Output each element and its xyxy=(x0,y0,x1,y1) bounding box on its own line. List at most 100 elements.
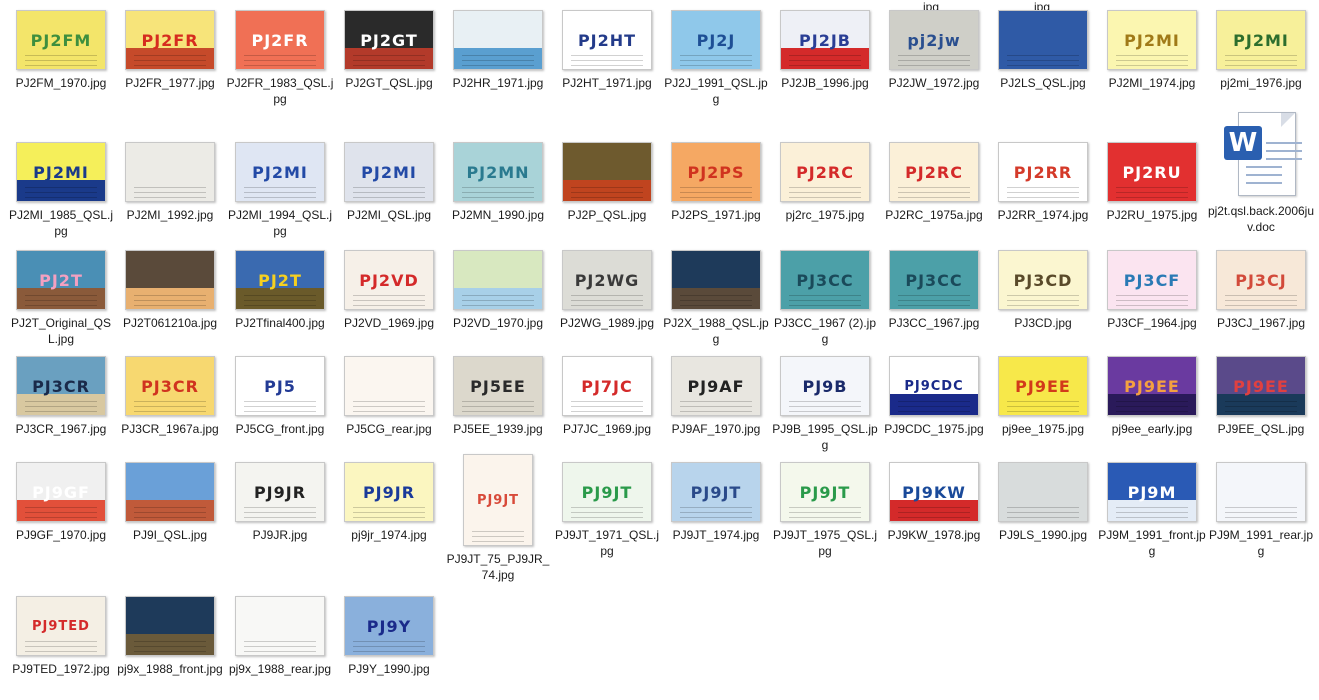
file-item-pj9ls-1990-jpg[interactable]: PJ9LS_1990.jpg xyxy=(989,462,1097,543)
file-item-pj2mn-1990-jpg[interactable]: PJ2MN PJ2MN_1990.jpg xyxy=(444,142,552,223)
file-item-pj2fr-1977-jpg[interactable]: PJ2FR PJ2FR_1977.jpg xyxy=(116,10,224,91)
file-item-pj3cj-1967-jpg[interactable]: PJ3CJ PJ3CJ_1967.jpg xyxy=(1207,250,1315,331)
file-item-pj9b-1995-qsl-jpg[interactable]: PJ9B PJ9B_1995_QSL.jpg xyxy=(771,356,879,453)
file-item-pj2fr-1983-qsl-jpg[interactable]: PJ2FR PJ2FR_1983_QSL.jpg xyxy=(226,10,334,107)
thumbnail-callsign: PJ2MI xyxy=(1233,30,1289,50)
file-name-label: PJ2X_1988_QSL.jpg xyxy=(663,316,769,346)
file-item-pj3cr-1967-jpg[interactable]: PJ3CR PJ3CR_1967.jpg xyxy=(7,356,115,437)
file-item-pj9ee-1975-jpg[interactable]: PJ9EE pj9ee_1975.jpg xyxy=(989,356,1097,437)
file-item-pj9m-1991-rear-jpg[interactable]: PJ9M_1991_rear.jpg xyxy=(1207,462,1315,559)
file-item-pj9x-1988-rear-jpg[interactable]: pj9x_1988_rear.jpg xyxy=(226,596,334,677)
file-name-label: PJ3CR_1967.jpg xyxy=(15,422,107,436)
file-item-pj9i-qsl-jpg[interactable]: PJ9I_QSL.jpg xyxy=(116,462,224,543)
file-thumbnail: PJ2VD xyxy=(344,250,434,310)
file-item-pj9gf-1970-jpg[interactable]: PJ9GF PJ9GF_1970.jpg xyxy=(7,462,115,543)
file-name-label: PJ3CD.jpg xyxy=(1014,316,1072,330)
file-item-pj2ls-qsl-jpg[interactable]: PJ2LS_QSL.jpg xyxy=(989,10,1097,91)
file-item-pj2ps-1971-jpg[interactable]: PJ2PS PJ2PS_1971.jpg xyxy=(662,142,770,223)
file-item-pj2t-qsl-back-2006juv-doc[interactable]: Wpj2t.qsl.back.2006juv.doc xyxy=(1207,112,1315,235)
file-item-pj2gt-qsl-jpg[interactable]: PJ2GT PJ2GT_QSL.jpg xyxy=(335,10,443,91)
file-item-pj2jw-1972-jpg[interactable]: pj2jw PJ2JW_1972.jpg xyxy=(880,10,988,91)
thumbnail-line xyxy=(134,406,206,407)
file-item-pj9jt-1975-qsl-jpg[interactable]: PJ9JT PJ9JT_1975_QSL.jpg xyxy=(771,462,879,559)
file-item-pj3cc-1967-2-jpg[interactable]: PJ3CC PJ3CC_1967 (2).jpg xyxy=(771,250,879,347)
file-name-label: pj2t.qsl.back.2006juv.doc xyxy=(1207,204,1315,234)
file-item-pj2mi-1994-qsl-jpg[interactable]: PJ2MI PJ2MI_1994_QSL.jpg xyxy=(226,142,334,239)
file-item-pj9cdc-1975-jpg[interactable]: PJ9CDC PJ9CDC_1975.jpg xyxy=(880,356,988,437)
thumbnail-callsign: PJ2T xyxy=(39,270,83,290)
file-name-label: PJ9EE_QSL.jpg xyxy=(1217,422,1305,436)
file-thumbnail: PJ7JC xyxy=(562,356,652,416)
thumbnail-callsign: PJ3CR xyxy=(141,376,199,396)
file-thumbnail: pj2jw xyxy=(889,10,979,70)
file-item-pj2ht-1971-jpg[interactable]: PJ2HT PJ2HT_1971.jpg xyxy=(553,10,661,91)
file-name-label: PJ9CDC_1975.jpg xyxy=(884,422,984,436)
file-item-pj2rc-1975a-jpg[interactable]: PJ2RC PJ2RC_1975a.jpg xyxy=(880,142,988,223)
file-item-pj2mi-qsl-jpg[interactable]: PJ2MI PJ2MI_QSL.jpg xyxy=(335,142,443,223)
thumbnail-line xyxy=(1116,55,1188,56)
file-item-pj2mi-1985-qsl-jpg[interactable]: PJ2MI PJ2MI_1985_QSL.jpg xyxy=(7,142,115,239)
thumbnail-line xyxy=(25,192,97,193)
thumbnail-line xyxy=(134,517,206,518)
thumbnail-callsign: PJ9B xyxy=(802,376,848,396)
thumbnail-line xyxy=(353,192,425,193)
file-item-pj2rr-1974-jpg[interactable]: PJ2RR PJ2RR_1974.jpg xyxy=(989,142,1097,223)
file-item-pj9m-1991-front-jpg[interactable]: PJ9M PJ9M_1991_front.jpg xyxy=(1098,462,1206,559)
file-item-pj9kw-1978-jpg[interactable]: PJ9KW PJ9KW_1978.jpg xyxy=(880,462,988,543)
file-name-label: pj9jr_1974.jpg xyxy=(351,528,427,542)
file-item-pj5cg-front-jpg[interactable]: PJ5 PJ5CG_front.jpg xyxy=(226,356,334,437)
file-name-label: PJ5EE_1939.jpg xyxy=(453,422,543,436)
file-item-pj2x-1988-qsl-jpg[interactable]: PJ2X_1988_QSL.jpg xyxy=(662,250,770,347)
file-item-pj2t-original-qsl-jpg[interactable]: PJ2T PJ2T_Original_QSL.jpg xyxy=(7,250,115,347)
thumbnail-line xyxy=(353,646,425,647)
file-item-pj3cc-1967-jpg[interactable]: PJ3CC PJ3CC_1967.jpg xyxy=(880,250,988,331)
file-item-pj2mi-1976-jpg[interactable]: PJ2MI pj2mi_1976.jpg xyxy=(1207,10,1315,91)
file-item-pj5cg-rear-jpg[interactable]: PJ5CG_rear.jpg xyxy=(335,356,443,437)
file-thumbnail: PJ9AF xyxy=(671,356,761,416)
file-item-pj3cd-jpg[interactable]: PJ3CD PJ3CD.jpg xyxy=(989,250,1097,331)
file-item-pj2rc-1975-jpg[interactable]: PJ2RC pj2rc_1975.jpg xyxy=(771,142,879,223)
thumbnail-line xyxy=(898,512,970,513)
file-item-pj2jb-1996-jpg[interactable]: PJ2JB PJ2JB_1996.jpg xyxy=(771,10,879,91)
thumbnail-line xyxy=(680,517,752,518)
file-item-pj9jt-1974-jpg[interactable]: PJ9JT PJ9JT_1974.jpg xyxy=(662,462,770,543)
thumbnail-line xyxy=(789,305,861,306)
file-item-pj2mi-1992-jpg[interactable]: PJ2MI_1992.jpg xyxy=(116,142,224,223)
file-item-pj9ee-qsl-jpg[interactable]: PJ9EE PJ9EE_QSL.jpg xyxy=(1207,356,1315,437)
file-item-pj2vd-1969-jpg[interactable]: PJ2VD PJ2VD_1969.jpg xyxy=(335,250,443,331)
file-item-pj2ru-1975-jpg[interactable]: PJ2RU PJ2RU_1975.jpg xyxy=(1098,142,1206,223)
file-name-label: PJ9KW_1978.jpg xyxy=(887,528,981,542)
file-item-pj2hr-1971-jpg[interactable]: PJ2HR_1971.jpg xyxy=(444,10,552,91)
file-name-label: PJ2T_Original_QSL.jpg xyxy=(10,316,112,346)
file-item-pj2wg-1989-jpg[interactable]: PJ2WG PJ2WG_1989.jpg xyxy=(553,250,661,331)
file-item-pj9ted-1972-jpg[interactable]: PJ9TED PJ9TED_1972.jpg xyxy=(7,596,115,677)
file-thumbnail: PJ9CDC xyxy=(889,356,979,416)
file-item-pj9x-1988-front-jpg[interactable]: pj9x_1988_front.jpg xyxy=(116,596,224,677)
file-item-pj2mi-1974-jpg[interactable]: PJ2MI PJ2MI_1974.jpg xyxy=(1098,10,1206,91)
thumbnail-line xyxy=(134,411,206,412)
thumbnail-line xyxy=(1116,187,1188,188)
file-item-pj9jt-1971-qsl-jpg[interactable]: PJ9JT PJ9JT_1971_QSL.jpg xyxy=(553,462,661,559)
file-item-pj2t061210a-jpg[interactable]: PJ2T061210a.jpg xyxy=(116,250,224,331)
thumbnail-callsign: PJ2MI xyxy=(252,162,308,182)
file-item-pj9y-1990-jpg[interactable]: PJ9Y PJ9Y_1990.jpg xyxy=(335,596,443,677)
thumbnail-line xyxy=(571,295,643,296)
file-item-pj2j-1991-qsl-jpg[interactable]: PJ2J PJ2J_1991_QSL.jpg xyxy=(662,10,770,107)
file-item-pj3cr-1967a-jpg[interactable]: PJ3CR PJ3CR_1967a.jpg xyxy=(116,356,224,437)
file-thumbnail: PJ2T xyxy=(16,250,106,310)
file-name-label: PJ2LS_QSL.jpg xyxy=(1000,76,1086,90)
file-item-pj2fm-1970-jpg[interactable]: PJ2FM PJ2FM_1970.jpg xyxy=(7,10,115,91)
file-item-pj7jc-1969-jpg[interactable]: PJ7JC PJ7JC_1969.jpg xyxy=(553,356,661,437)
thumbnail-line xyxy=(134,401,206,402)
file-name-label: PJ9M_1991_rear.jpg xyxy=(1208,528,1314,558)
file-item-pj9af-1970-jpg[interactable]: PJ9AF PJ9AF_1970.jpg xyxy=(662,356,770,437)
file-item-pj9jt-75-pj9jr-74-jpg[interactable]: PJ9JT PJ9JT_75_PJ9JR_74.jpg xyxy=(444,454,552,583)
file-item-pj9jr-1974-jpg[interactable]: PJ9JR pj9jr_1974.jpg xyxy=(335,462,443,543)
file-item-pj2p-qsl-jpg[interactable]: PJ2P_QSL.jpg xyxy=(553,142,661,223)
file-item-pj9jr-jpg[interactable]: PJ9JR PJ9JR.jpg xyxy=(226,462,334,543)
file-item-pj2vd-1970-jpg[interactable]: PJ2VD_1970.jpg xyxy=(444,250,552,331)
file-item-pj5ee-1939-jpg[interactable]: PJ5EE PJ5EE_1939.jpg xyxy=(444,356,552,437)
file-item-pj3cf-1964-jpg[interactable]: PJ3CF PJ3CF_1964.jpg xyxy=(1098,250,1206,331)
file-item-pj9ee-early-jpg[interactable]: PJ9EE pj9ee_early.jpg xyxy=(1098,356,1206,437)
file-item-pj2tfinal400-jpg[interactable]: PJ2T PJ2Tfinal400.jpg xyxy=(226,250,334,331)
